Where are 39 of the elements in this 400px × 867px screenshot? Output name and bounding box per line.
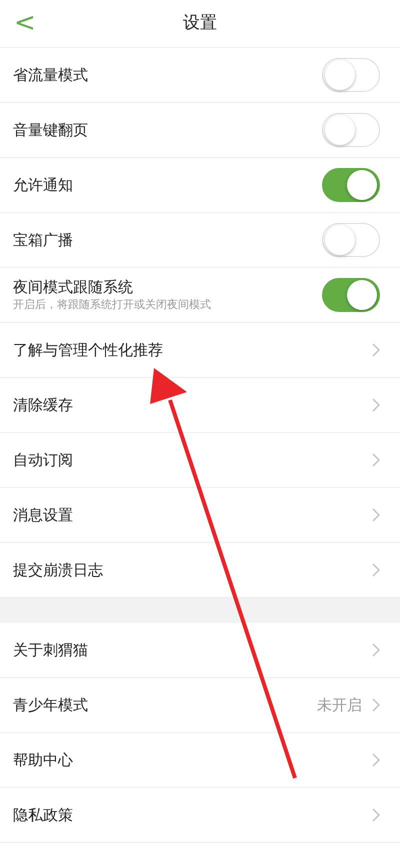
row-label: 省流量模式 [13, 65, 88, 85]
chevron-right-icon [372, 343, 380, 357]
toggle-switch[interactable] [322, 168, 380, 202]
chevron-right-icon [372, 753, 380, 767]
chevron-right-icon [372, 808, 380, 822]
row-label: 帮助中心 [13, 750, 73, 770]
row-label: 隐私政策 [13, 805, 73, 825]
row-label: 了解与管理个性化推荐 [13, 340, 163, 360]
settings-row[interactable]: 青少年模式 未开启 [0, 678, 400, 733]
row-label: 青少年模式 [13, 695, 88, 715]
chevron-right-icon [372, 398, 380, 412]
row-label: 关于刺猬猫 [13, 640, 88, 660]
settings-row[interactable]: 隐私政策 [0, 788, 400, 843]
chevron-right-icon [372, 453, 380, 467]
row-subtitle: 开启后，将跟随系统打开或关闭夜间模式 [13, 297, 211, 313]
row-value: 未开启 [317, 694, 362, 716]
row-label: 消息设置 [13, 505, 73, 525]
row-label: 提交崩溃日志 [13, 560, 103, 580]
settings-row[interactable]: 关于刺猬猫 [0, 623, 400, 678]
page-title: 设置 [183, 12, 217, 35]
settings-row[interactable]: 宝箱广播 [0, 213, 400, 268]
row-label: 清除缓存 [13, 395, 73, 415]
settings-row[interactable]: 省流量模式 [0, 48, 400, 103]
settings-row[interactable]: 允许通知 [0, 158, 400, 213]
chevron-right-icon [372, 643, 380, 657]
toggle-switch[interactable] [322, 278, 380, 312]
row-label: 允许通知 [13, 175, 73, 195]
settings-row[interactable]: 音量键翻页 [0, 103, 400, 158]
settings-row[interactable]: 自动订阅 [0, 433, 400, 488]
row-label: 宝箱广播 [13, 230, 73, 250]
settings-row[interactable]: 帮助中心 [0, 733, 400, 788]
row-label: 自动订阅 [13, 450, 73, 470]
row-label: 夜间模式跟随系统 [13, 277, 134, 297]
settings-row[interactable]: 夜间模式跟随系统 开启后，将跟随系统打开或关闭夜间模式 [0, 268, 400, 323]
chevron-right-icon [372, 563, 380, 577]
row-label: 音量键翻页 [13, 120, 88, 140]
settings-row[interactable]: 消息设置 [0, 488, 400, 543]
chevron-right-icon [372, 508, 380, 522]
chevron-right-icon [372, 698, 380, 712]
